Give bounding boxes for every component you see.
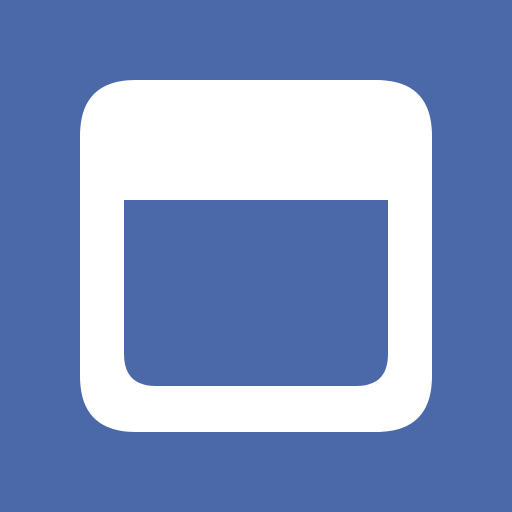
window-frame-icon [80,80,432,432]
browser-window-icon [0,0,512,512]
app-icon-canvas [0,0,512,512]
